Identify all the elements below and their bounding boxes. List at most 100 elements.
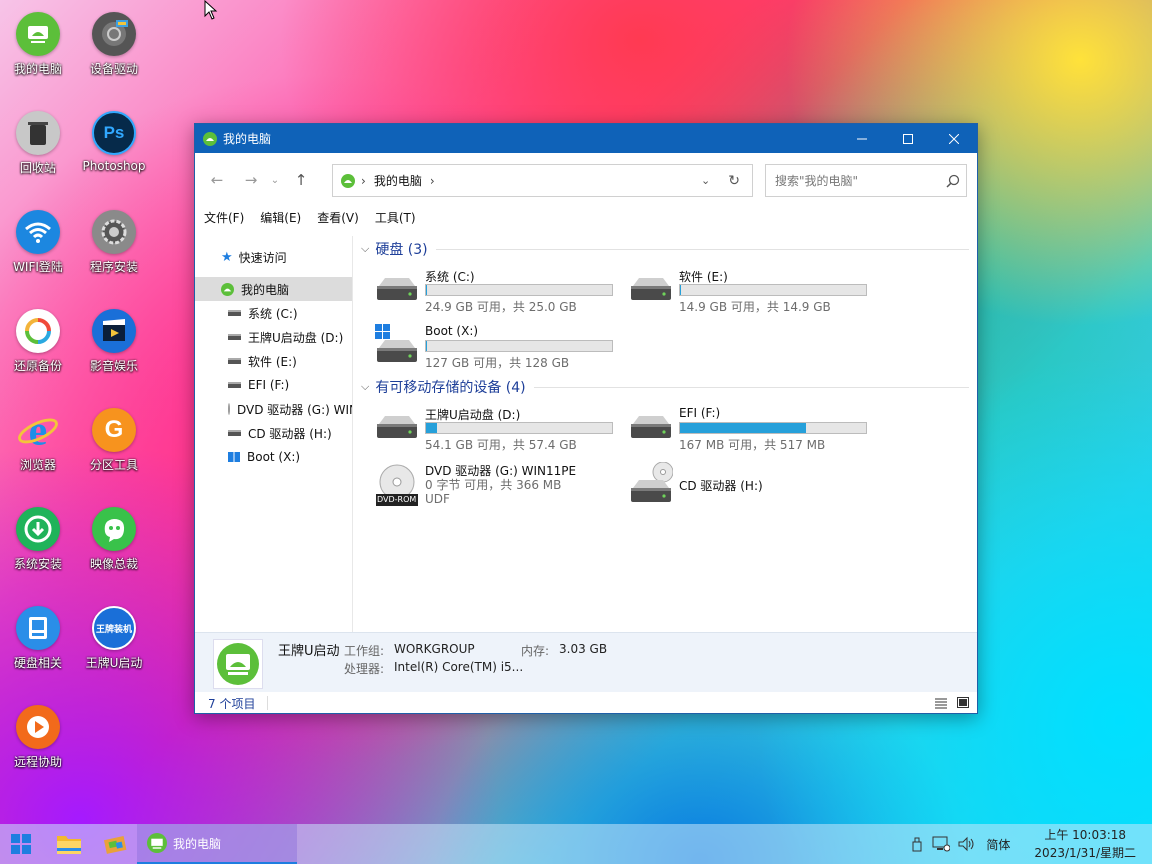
nav-drive-x[interactable]: Boot (X:): [195, 445, 352, 469]
nav-drive-h[interactable]: CD 驱动器 (H:): [195, 421, 352, 445]
nav-label: 软件 (E:): [248, 354, 297, 369]
drive-item-h[interactable]: CD 驱动器 (H:): [609, 460, 859, 516]
ime-indicator[interactable]: 简体: [986, 836, 1010, 853]
close-icon: [949, 133, 959, 144]
desktop-icon-device-driver[interactable]: 设备驱动: [76, 4, 152, 84]
nav-drive-c[interactable]: 系统 (C:): [195, 301, 352, 325]
address-bar[interactable]: › 我的电脑 › ⌄ ↻: [332, 164, 753, 197]
close-button[interactable]: [931, 124, 977, 153]
item-count: 7 个项目: [208, 696, 256, 711]
desktop-icon-remote-assist[interactable]: 远程协助: [0, 697, 76, 777]
desktop-icon-browser[interactable]: e 浏览器: [0, 400, 76, 480]
chevron-down-icon: ⌄: [270, 174, 280, 186]
cd-drive-small-icon: [228, 430, 241, 436]
wifi-icon: [16, 210, 60, 254]
large-icons-view-icon[interactable]: [957, 697, 969, 709]
usb-eject-icon[interactable]: [910, 836, 924, 852]
nav-drive-f[interactable]: EFI (F:): [195, 373, 352, 397]
address-dropdown-chevron-icon[interactable]: ⌄: [701, 174, 710, 187]
search-input[interactable]: 搜索"我的电脑": [775, 172, 858, 189]
navigation-pane: ★ 快速访问 我的电脑 系统 (C:) 王牌U启动盘 (D:) 软件 (E:) …: [195, 236, 353, 632]
desktop-icon-wangpai[interactable]: 王牌装机 王牌U启动: [76, 598, 152, 678]
drive-item-g[interactable]: DVD-ROM DVD 驱动器 (G:) WIN11PE 0 字节 可用，共 3…: [355, 460, 605, 516]
dvd-rom-badge: DVD-ROM: [377, 495, 417, 504]
menu-tools[interactable]: 工具(T): [375, 209, 416, 231]
search-icon[interactable]: [946, 174, 960, 188]
breadcrumb-my-computer[interactable]: 我的电脑: [374, 172, 422, 189]
menu-view[interactable]: 查看(V): [317, 209, 359, 231]
window-title: 我的电脑: [223, 132, 272, 146]
drive-info: 167 MB 可用，共 517 MB: [679, 438, 826, 452]
memory-label: 内存:: [521, 644, 550, 658]
desktop-icon-label: WIFI登陆: [13, 260, 63, 274]
nav-quick-access[interactable]: ★ 快速访问: [195, 245, 352, 269]
forward-button[interactable]: →: [237, 166, 265, 194]
cpu-label: 处理器:: [344, 662, 385, 676]
group-removable[interactable]: ⌵ 有可移动存储的设备 (4): [355, 376, 975, 398]
status-bar: 7 个项目: [195, 692, 977, 714]
start-button[interactable]: [6, 824, 36, 864]
search-box[interactable]: 搜索"我的电脑": [765, 164, 967, 197]
nav-drive-e[interactable]: 软件 (E:): [195, 349, 352, 373]
recent-locations-button[interactable]: ⌄: [267, 166, 283, 194]
chevron-down-icon: ⌵: [361, 380, 370, 393]
drive-item-f[interactable]: EFI (F:) 167 MB 可用，共 517 MB: [609, 404, 867, 454]
nav-drive-g[interactable]: DVD 驱动器 (G:) WIN11PE: [195, 397, 352, 421]
desktop-icon-label: 影音娱乐: [89, 359, 138, 373]
drive-name: Boot (X:): [425, 324, 479, 338]
maximize-icon: [903, 133, 913, 144]
drive-small-icon: [228, 382, 241, 388]
remote-assist-icon: [16, 705, 60, 749]
desktop-icon-media[interactable]: 影音娱乐: [76, 301, 152, 381]
svg-text:e: e: [29, 408, 48, 453]
tools-taskbar-button[interactable]: [98, 824, 132, 864]
desktop-icon-system-install[interactable]: 系统安装: [0, 499, 76, 579]
desktop-icon-hdd-tool[interactable]: 硬盘相关: [0, 598, 76, 678]
desktop-icon-partition-tool[interactable]: G 分区工具: [76, 400, 152, 480]
desktop-icon-my-computer[interactable]: 我的电脑: [0, 4, 76, 84]
drive-small-icon: [228, 358, 241, 364]
maximize-button[interactable]: [885, 124, 931, 153]
desktop-icon-label: 浏览器: [19, 458, 56, 472]
usage-bar: [679, 422, 867, 434]
clock[interactable]: 上午 10:03:18 2023/1/31/星期二: [1034, 826, 1136, 862]
drive-item-d[interactable]: 王牌U启动盘 (D:) 54.1 GB 可用，共 57.4 GB: [355, 404, 613, 454]
back-button[interactable]: ←: [203, 166, 231, 194]
file-explorer-taskbar-button[interactable]: [52, 824, 86, 864]
nav-label: 系统 (C:): [248, 306, 298, 321]
drive-item-c[interactable]: 系统 (C:) 24.9 GB 可用，共 25.0 GB: [355, 266, 613, 316]
desktop-icon-restore-backup[interactable]: 还原备份: [0, 301, 76, 381]
settings-gear-icon: [92, 210, 136, 254]
minimize-icon: [857, 138, 867, 139]
task-my-computer[interactable]: 我的电脑: [137, 824, 297, 864]
title-bar[interactable]: 我的电脑: [195, 124, 977, 153]
chevron-down-icon: ⌵: [361, 242, 370, 255]
minimize-button[interactable]: [839, 124, 885, 153]
group-hard-disks[interactable]: ⌵ 硬盘 (3): [355, 238, 975, 260]
desktop-icon-recycle-bin[interactable]: 回收站: [0, 103, 76, 183]
desktop-icon-image-tool[interactable]: 映像总裁: [76, 499, 152, 579]
star-icon: ★: [221, 249, 233, 265]
desktop-icon-label: 我的电脑: [13, 62, 62, 76]
network-icon[interactable]: [932, 836, 951, 852]
desktop-icon-program-install[interactable]: 程序安装: [76, 202, 152, 282]
volume-icon[interactable]: [958, 836, 976, 852]
desktop-icon-photoshop[interactable]: Ps Photoshop: [76, 103, 152, 183]
nav-drive-d[interactable]: 王牌U启动盘 (D:): [195, 325, 352, 349]
group-title: 有可移动存储的设备 (4): [375, 380, 526, 396]
desktop-icon-label: 程序安装: [89, 260, 138, 274]
desktop-icon-label: 分区工具: [89, 458, 138, 472]
drive-item-x[interactable]: Boot (X:) 127 GB 可用，共 128 GB: [355, 322, 613, 372]
menu-file[interactable]: 文件(F): [204, 209, 244, 231]
desktop-icon-wifi[interactable]: WIFI登陆: [0, 202, 76, 282]
details-view-icon[interactable]: [935, 697, 947, 709]
drive-info: 24.9 GB 可用，共 25.0 GB: [425, 300, 577, 314]
nav-my-computer[interactable]: 我的电脑: [195, 277, 352, 301]
refresh-icon[interactable]: ↻: [728, 173, 740, 189]
up-button[interactable]: ↑: [287, 166, 315, 194]
breadcrumb-separator[interactable]: ›: [430, 174, 435, 188]
drive-item-e[interactable]: 软件 (E:) 14.9 GB 可用，共 14.9 GB: [609, 266, 867, 316]
hard-drive-icon: [375, 274, 419, 310]
partition-tool-icon: G: [92, 408, 136, 452]
menu-edit[interactable]: 编辑(E): [260, 209, 301, 231]
